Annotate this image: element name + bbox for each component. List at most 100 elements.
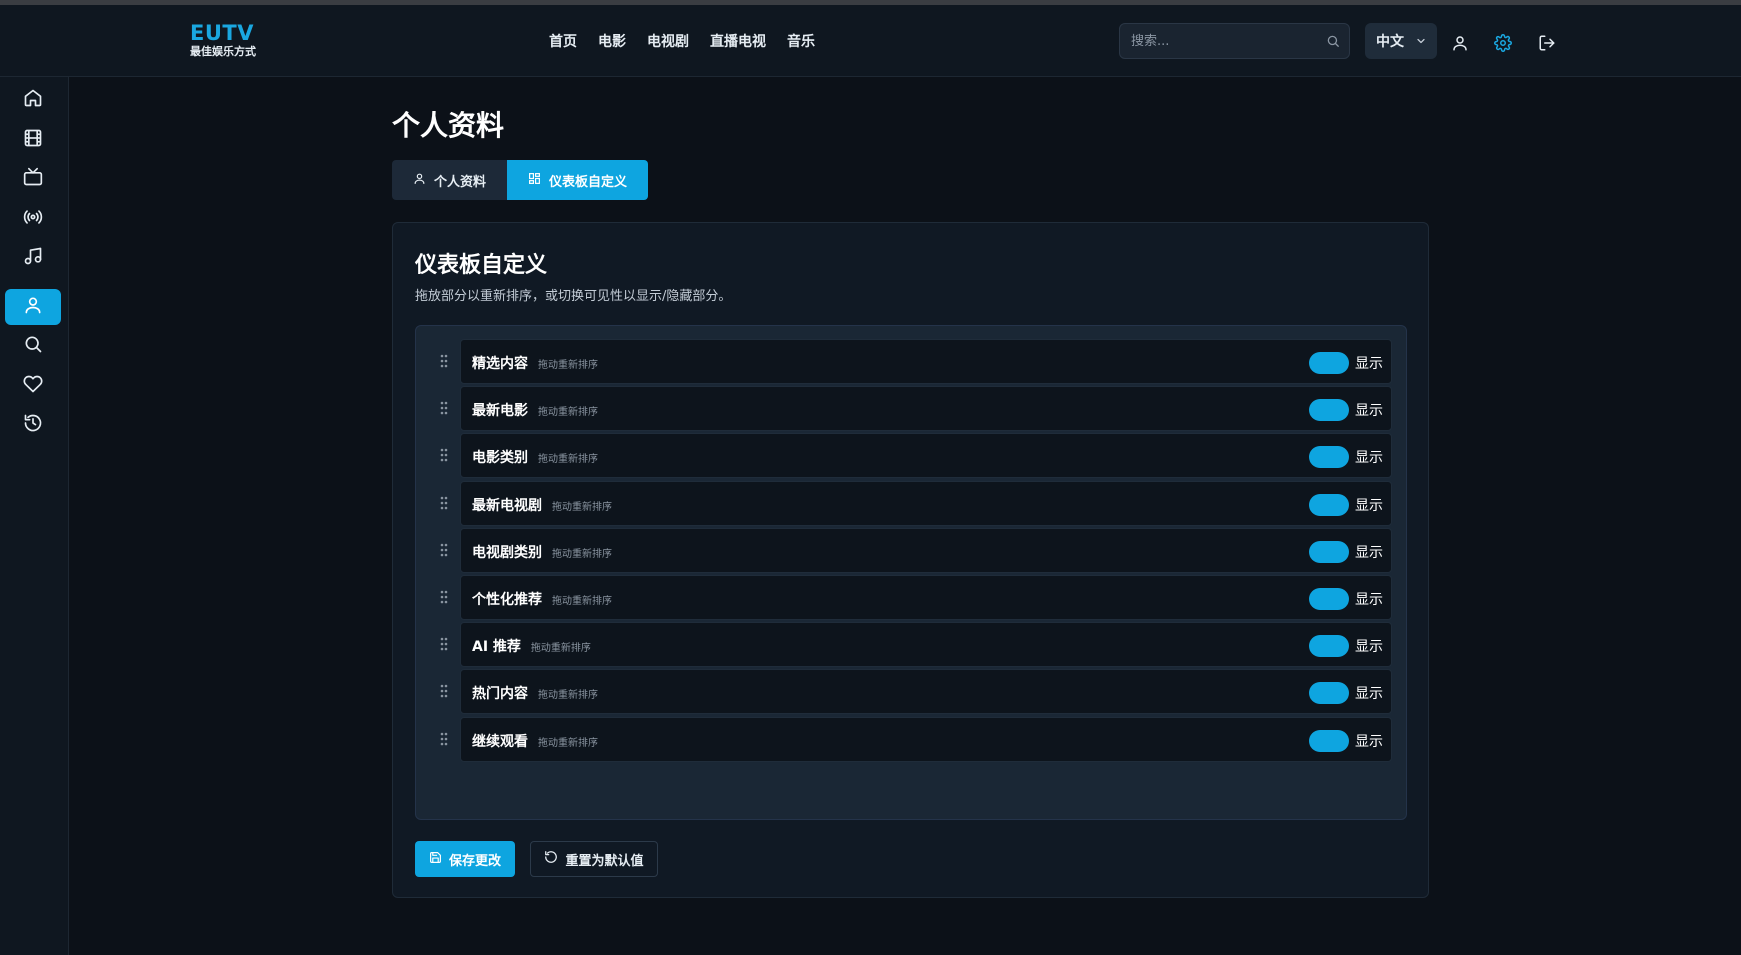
list-item[interactable]: 电视剧类别 拖动重新排序 显示 <box>426 528 1396 573</box>
tab-profile[interactable]: 个人资料 <box>392 160 507 200</box>
section-label: AI 推荐 拖动重新排序 <box>472 636 591 656</box>
list-item[interactable]: 电影类别 拖动重新排序 显示 <box>426 433 1396 478</box>
sidebar-item-tv[interactable] <box>5 161 61 197</box>
film-icon <box>23 128 43 152</box>
search-icon[interactable] <box>1326 33 1340 52</box>
nav-item-tv-series[interactable]: 电视剧 <box>647 32 689 52</box>
drag-handle-icon[interactable] <box>440 496 448 512</box>
list-item[interactable]: 最新电影 拖动重新排序 显示 <box>426 386 1396 431</box>
user-icon[interactable] <box>1451 34 1469 56</box>
visibility-label: 显示 <box>1355 403 1383 419</box>
nav-item-home[interactable]: 首页 <box>549 32 577 52</box>
visibility-toggle[interactable] <box>1309 399 1349 421</box>
visibility-toggle[interactable] <box>1309 494 1349 516</box>
tab-dashboard-label: 仪表板自定义 <box>549 174 628 190</box>
visibility-label: 显示 <box>1355 450 1383 466</box>
drag-handle-icon[interactable] <box>440 684 448 700</box>
nav-item-live-tv[interactable]: 直播电视 <box>710 32 766 52</box>
reset-icon <box>544 850 558 868</box>
section-label: 最新电视剧 拖动重新排序 <box>472 495 612 515</box>
section-name: 最新电视剧 <box>472 498 542 514</box>
drag-hint: 拖动重新排序 <box>552 502 612 513</box>
visibility-label: 显示 <box>1355 498 1383 514</box>
list-item[interactable]: 个性化推荐 拖动重新排序 显示 <box>426 575 1396 620</box>
section-label: 继续观看 拖动重新排序 <box>472 731 598 751</box>
section-row: 电视剧类别 拖动重新排序 显示 <box>460 528 1392 573</box>
top-header: EUTV 最佳娱乐方式 首页 电影 电视剧 直播电视 音乐 中文 <box>0 5 1741 77</box>
sidebar-item-live[interactable] <box>5 201 61 237</box>
drag-hint: 拖动重新排序 <box>530 643 591 654</box>
drag-hint: 拖动重新排序 <box>552 549 612 560</box>
section-label: 电影类别 拖动重新排序 <box>472 447 598 467</box>
card-title: 仪表板自定义 <box>415 253 548 278</box>
section-row: 个性化推荐 拖动重新排序 显示 <box>460 575 1392 620</box>
reset-default-button[interactable]: 重置为默认值 <box>530 841 658 877</box>
visibility-label: 显示 <box>1355 734 1383 750</box>
visibility-label: 显示 <box>1355 686 1383 702</box>
section-row: 电影类别 拖动重新排序 显示 <box>460 433 1392 478</box>
sidebar-item-favorites[interactable] <box>5 368 61 404</box>
section-label: 最新电影 拖动重新排序 <box>472 400 598 420</box>
sidebar-item-home[interactable] <box>5 82 61 118</box>
drag-handle-icon[interactable] <box>440 637 448 653</box>
visibility-toggle[interactable] <box>1309 682 1349 704</box>
drag-handle-icon[interactable] <box>440 448 448 464</box>
section-name: 电影类别 <box>472 450 528 466</box>
home-icon <box>23 88 43 112</box>
visibility-toggle[interactable] <box>1309 352 1349 374</box>
drag-hint: 拖动重新排序 <box>538 407 598 418</box>
user-icon <box>413 172 426 189</box>
brand-name: EUTV <box>190 21 254 45</box>
visibility-toggle[interactable] <box>1309 588 1349 610</box>
drag-handle-icon[interactable] <box>440 401 448 417</box>
tab-dashboard-customize[interactable]: 仪表板自定义 <box>507 160 648 200</box>
sidebar-item-history[interactable] <box>5 407 61 443</box>
brand-logo[interactable]: EUTV 最佳娱乐方式 <box>190 22 256 59</box>
section-row: 热门内容 拖动重新排序 显示 <box>460 669 1392 714</box>
list-item[interactable]: 精选内容 拖动重新排序 显示 <box>426 339 1396 384</box>
section-name: AI 推荐 <box>472 639 521 655</box>
visibility-label: 显示 <box>1355 356 1383 372</box>
drag-handle-icon[interactable] <box>440 590 448 606</box>
sidebar-item-profile[interactable] <box>5 289 61 325</box>
broadcast-icon <box>23 207 43 231</box>
section-row: 最新电视剧 拖动重新排序 显示 <box>460 481 1392 526</box>
visibility-toggle[interactable] <box>1309 446 1349 468</box>
section-row: 最新电影 拖动重新排序 显示 <box>460 386 1392 431</box>
list-item[interactable]: 热门内容 拖动重新排序 显示 <box>426 669 1396 714</box>
settings-icon[interactable] <box>1494 34 1512 56</box>
tab-profile-label: 个人资料 <box>434 174 487 190</box>
section-row: 继续观看 拖动重新排序 显示 <box>460 717 1392 762</box>
visibility-toggle[interactable] <box>1309 635 1349 657</box>
drag-handle-icon[interactable] <box>440 732 448 748</box>
visibility-label: 显示 <box>1355 639 1383 655</box>
visibility-toggle[interactable] <box>1309 541 1349 563</box>
user-icon <box>23 295 43 319</box>
sidebar-item-search[interactable] <box>5 328 61 364</box>
section-name: 精选内容 <box>472 356 528 372</box>
list-item[interactable]: AI 推荐 拖动重新排序 显示 <box>426 622 1396 667</box>
section-label: 个性化推荐 拖动重新排序 <box>472 589 612 609</box>
drag-hint: 拖动重新排序 <box>538 454 598 465</box>
tv-icon <box>23 167 43 191</box>
reset-button-label: 重置为默认值 <box>565 853 644 869</box>
save-button[interactable]: 保存更改 <box>415 841 515 877</box>
sidebar-item-music[interactable] <box>5 240 61 276</box>
nav-item-movies[interactable]: 电影 <box>598 32 626 52</box>
nav-item-music[interactable]: 音乐 <box>787 32 815 52</box>
language-select[interactable]: 中文 <box>1365 23 1437 59</box>
sidebar-item-movies[interactable] <box>5 122 61 158</box>
list-item[interactable]: 继续观看 拖动重新排序 显示 <box>426 717 1396 762</box>
section-list: 精选内容 拖动重新排序 显示 最新电影 拖动重新排序 显示 电影类别 拖动重新排序 显示 最新电视… <box>415 325 1407 820</box>
history-icon <box>23 413 43 437</box>
search-input[interactable] <box>1120 24 1320 58</box>
drag-handle-icon[interactable] <box>440 543 448 559</box>
profile-tabs: 个人资料 仪表板自定义 <box>392 160 648 200</box>
drag-handle-icon[interactable] <box>440 354 448 370</box>
visibility-toggle[interactable] <box>1309 730 1349 752</box>
search-box <box>1119 23 1350 59</box>
visibility-label: 显示 <box>1355 545 1383 561</box>
logout-icon[interactable] <box>1538 34 1556 56</box>
list-item[interactable]: 最新电视剧 拖动重新排序 显示 <box>426 481 1396 526</box>
language-selected: 中文 <box>1376 34 1404 50</box>
